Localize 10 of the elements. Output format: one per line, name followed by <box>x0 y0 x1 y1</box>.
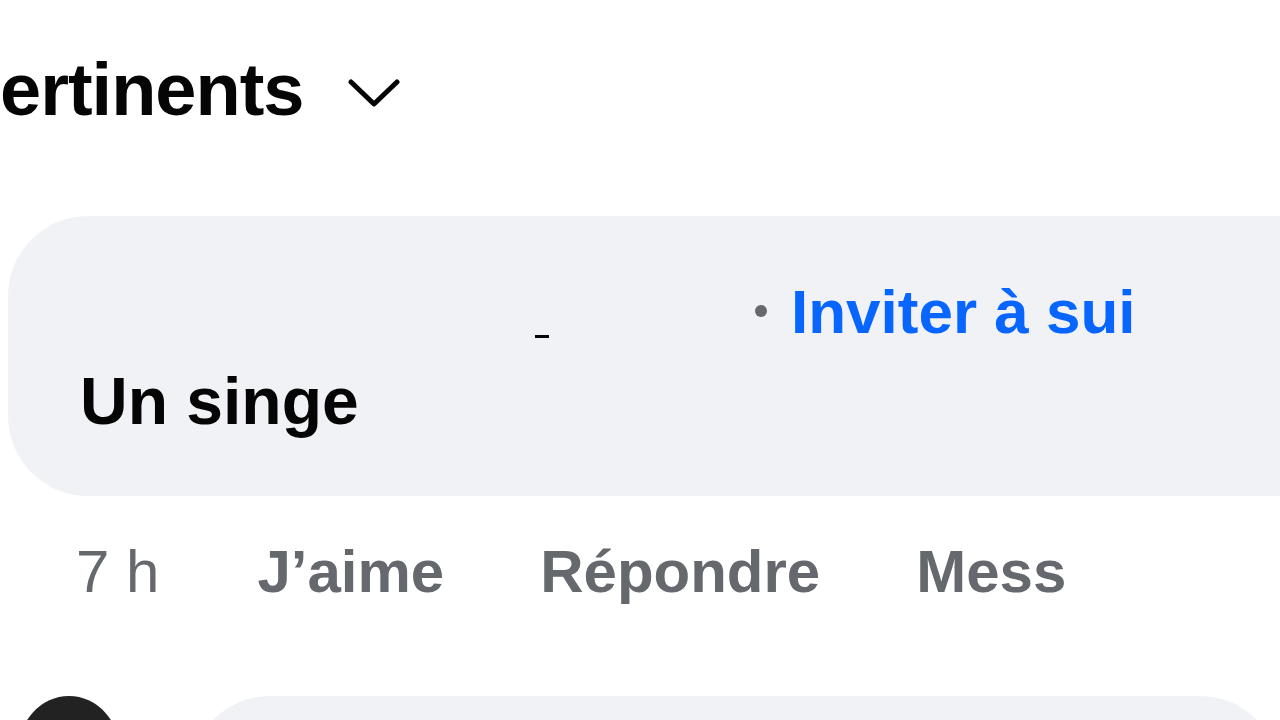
sort-label[interactable]: ertinents <box>0 48 304 132</box>
invite-follow-link[interactable]: Inviter à sui <box>791 275 1136 347</box>
separator-dot <box>755 305 767 317</box>
comment-action-link[interactable]: J’aime <box>257 536 445 606</box>
comment-action-link[interactable]: Mess <box>916 536 1067 606</box>
comment-text: Un singe <box>80 363 360 440</box>
chevron-down-icon[interactable] <box>347 79 400 107</box>
comment-time: 7 h <box>76 536 160 606</box>
dash-mark <box>535 334 549 338</box>
comment-action-link[interactable]: Répondre <box>540 536 821 606</box>
